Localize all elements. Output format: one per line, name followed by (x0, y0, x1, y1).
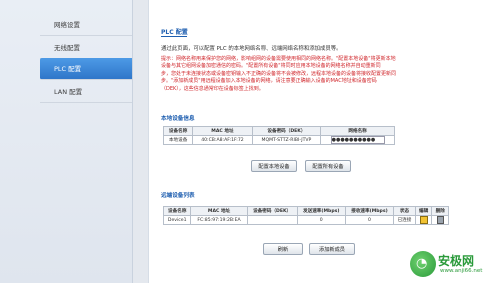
table-header: 设备密码（DEK） (251, 126, 322, 136)
table-header: 接收速率(Mbps) (344, 206, 395, 216)
sidebar-item-label: 无线配置 (54, 44, 80, 52)
sidebar-item-lan[interactable]: LAN 配置 (40, 81, 132, 103)
table-header: MAC 地址 (192, 126, 253, 136)
table-header: 设备名称 (162, 126, 194, 136)
table-cell: 0 (296, 215, 346, 225)
delete-cell (431, 215, 449, 225)
page-title: PLC 配置 (161, 29, 188, 36)
table-row: Device1 FC:85:97:19:2B:EA 0 0 已连接 (162, 215, 449, 225)
sidebar-item-label: PLC 配置 (54, 65, 82, 73)
sidebar-item-wireless[interactable]: 无线配置 (40, 37, 132, 59)
table-header: 网络名称 (320, 126, 395, 136)
hint-text: 提示：网络名称用来保护您的网络，影响组网的设备需要使用相同的网络名称。"配置本地… (161, 56, 481, 93)
table-cell: Device1 (162, 215, 192, 225)
sidebar-item-label: LAN 配置 (54, 88, 83, 96)
network-name-password-input[interactable]: ●●●●●●●●●● (330, 136, 385, 144)
remote-section-title: 远端设备列表 (161, 193, 195, 199)
trash-icon[interactable] (436, 216, 444, 224)
local-device-table: 设备名称 MAC 地址 设备密码（DEK） 网络名称 本地设备 40:CB:A8… (162, 126, 395, 145)
table-cell: 40:CB:A8:AF:1F:72 (192, 135, 253, 145)
table-header: 设备密码（DEK） (246, 206, 298, 216)
table-header: 状态 (393, 206, 416, 216)
table-header: 删除 (431, 206, 449, 216)
watermark-text: 安极网 (438, 254, 475, 268)
table-header-row: 设备名称 MAC 地址 设备密码（DEK） 发送速率(Mbps) 接收速率(Mb… (162, 206, 449, 216)
table-cell: MQMT-STTZ-RIBI-JTVP (251, 135, 322, 145)
config-local-button[interactable]: 配置本地设备 (251, 160, 297, 172)
hint-line: 设备与其它组网设备加密通信的密码。"配置所有设备"将同时应用本地设备的网络名称并… (161, 63, 381, 70)
edit-cell (414, 215, 433, 225)
table-cell: 本地设备 (162, 135, 194, 145)
table-cell: 0 (344, 215, 395, 225)
table-cell: FC:85:97:19:2B:EA (190, 215, 248, 225)
config-all-button[interactable]: 配置所有设备 (305, 160, 351, 172)
title-underline (161, 36, 187, 37)
watermark-icon: ◔ (410, 251, 436, 277)
sidebar-item-plc[interactable]: PLC 配置 (40, 58, 132, 80)
local-section-title: 本地设备信息 (161, 116, 195, 122)
edit-icon[interactable] (419, 216, 428, 224)
add-member-button[interactable]: 添加新成员 (309, 243, 355, 255)
network-name-cell: ●●●●●●●●●● (320, 135, 395, 145)
sidebar-item-network[interactable]: 网络设置 (40, 14, 132, 36)
hint-line: （DEK），这些信息通常印在设备标签上找到。 (161, 85, 264, 92)
table-header: 编辑 (414, 206, 433, 216)
hint-line: 步。"添加新成员"用远程设备加入本地设备的网络，请注意要正确输入设备的MAC地址… (161, 78, 377, 85)
table-header-row: 设备名称 MAC 地址 设备密码（DEK） 网络名称 (162, 126, 395, 136)
page-intro: 通过此页面，可以配置 PLC 的本地网络名称、远端网络名称和添加成员等。 (161, 46, 342, 52)
refresh-button[interactable]: 刷新 (263, 243, 303, 255)
table-row: 本地设备 40:CB:A8:AF:1F:72 MQMT-STTZ-RIBI-JT… (162, 135, 395, 145)
main-panel: PLC 配置 通过此页面，可以配置 PLC 的本地网络名称、远端网络名称和添加成… (148, 0, 500, 283)
sidebar-item-label: 网络设置 (54, 21, 80, 29)
sidebar: 网络设置 无线配置 PLC 配置 LAN 配置 (0, 0, 133, 283)
table-header: MAC 地址 (190, 206, 248, 216)
watermark-logo: ◔ 安极网 www.anji66.net (410, 249, 494, 279)
remote-device-table: 设备名称 MAC 地址 设备密码（DEK） 发送速率(Mbps) 接收速率(Mb… (162, 206, 449, 225)
table-header: 发送速率(Mbps) (296, 206, 346, 216)
watermark-url: www.anji66.net (440, 268, 483, 274)
table-cell (246, 215, 298, 225)
status-cell: 已连接 (393, 215, 416, 225)
table-header: 设备名称 (162, 206, 192, 216)
